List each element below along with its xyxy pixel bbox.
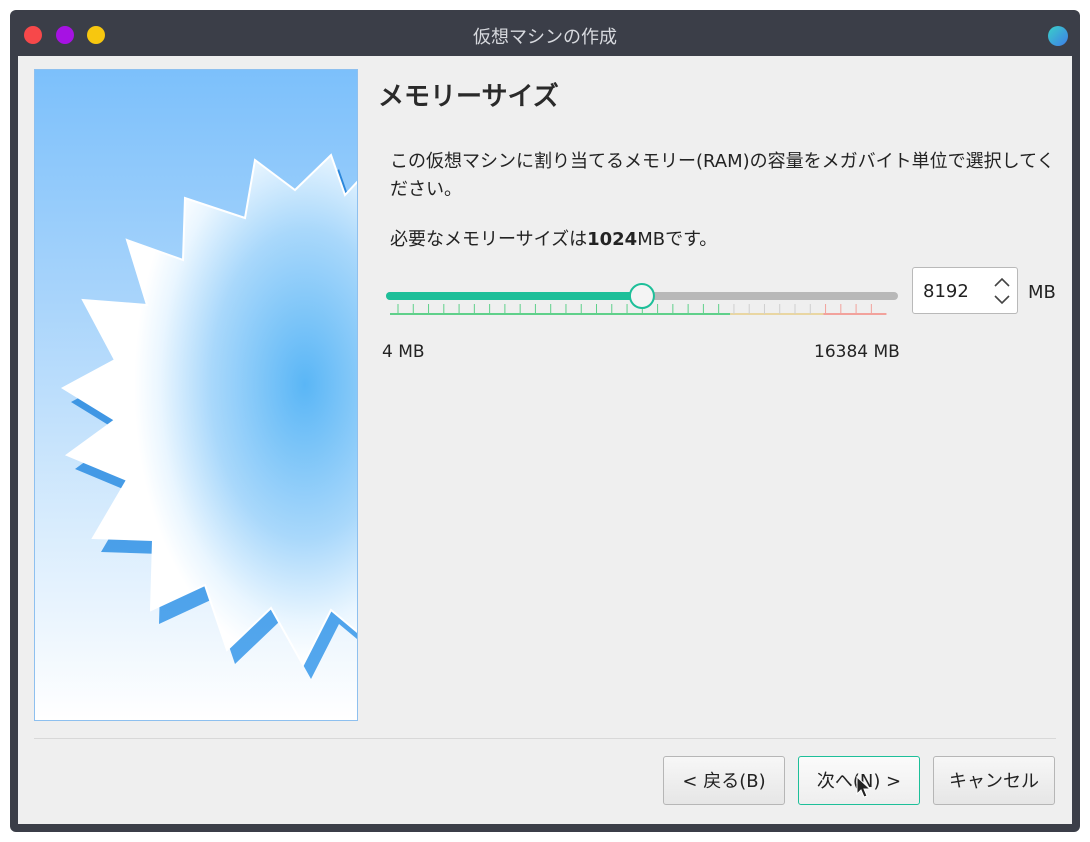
slider-handle[interactable]: [628, 283, 655, 309]
dialog-content: メモリーサイズ この仮想マシンに割り当てるメモリー(RAM)の容量をメガバイト単…: [18, 56, 1072, 824]
memory-unit-label: MB: [1028, 282, 1056, 303]
memory-spinbox-value[interactable]: 8192: [923, 281, 969, 302]
memory-slider[interactable]: [386, 280, 898, 320]
recommended-suffix: MBです。: [637, 229, 718, 250]
window-title: 仮想マシンの作成: [473, 27, 617, 48]
recommended-memory-text: 必要なメモリーサイズは1024MBです。: [390, 225, 717, 251]
page-description: この仮想マシンに割り当てるメモリー(RAM)の容量をメガバイト単位で選択してくだ…: [390, 151, 1055, 200]
slider-track-fill: [386, 292, 642, 300]
slider-range-band: [730, 313, 824, 315]
cancel-button[interactable]: キャンセル: [933, 756, 1055, 805]
slider-max-label: 16384 MB: [814, 342, 900, 362]
recommended-prefix: 必要なメモリーサイズは: [390, 229, 588, 250]
wizard-side-image: [34, 69, 358, 721]
spin-arrows-icon[interactable]: [993, 276, 1011, 306]
back-button[interactable]: < 戻る(B): [663, 756, 785, 805]
recommended-value: 1024: [587, 229, 638, 250]
page-title: メモリーサイズ: [378, 82, 559, 112]
slider-min-label: 4 MB: [382, 342, 425, 362]
slider-range-band: [390, 313, 731, 315]
title-bar: 仮想マシンの作成: [10, 10, 1080, 56]
starburst-graphic: [60, 153, 357, 679]
slider-range-band: [823, 313, 887, 315]
mouse-cursor-icon: [856, 776, 872, 798]
memory-spinbox[interactable]: 8192: [912, 267, 1018, 314]
dialog-window: 仮想マシンの作成 メモリーサイズ この仮想マシンに割り当てるメモリー(RAM)の…: [10, 10, 1080, 832]
app-status-icon: [1048, 26, 1068, 46]
button-separator: [34, 738, 1056, 739]
